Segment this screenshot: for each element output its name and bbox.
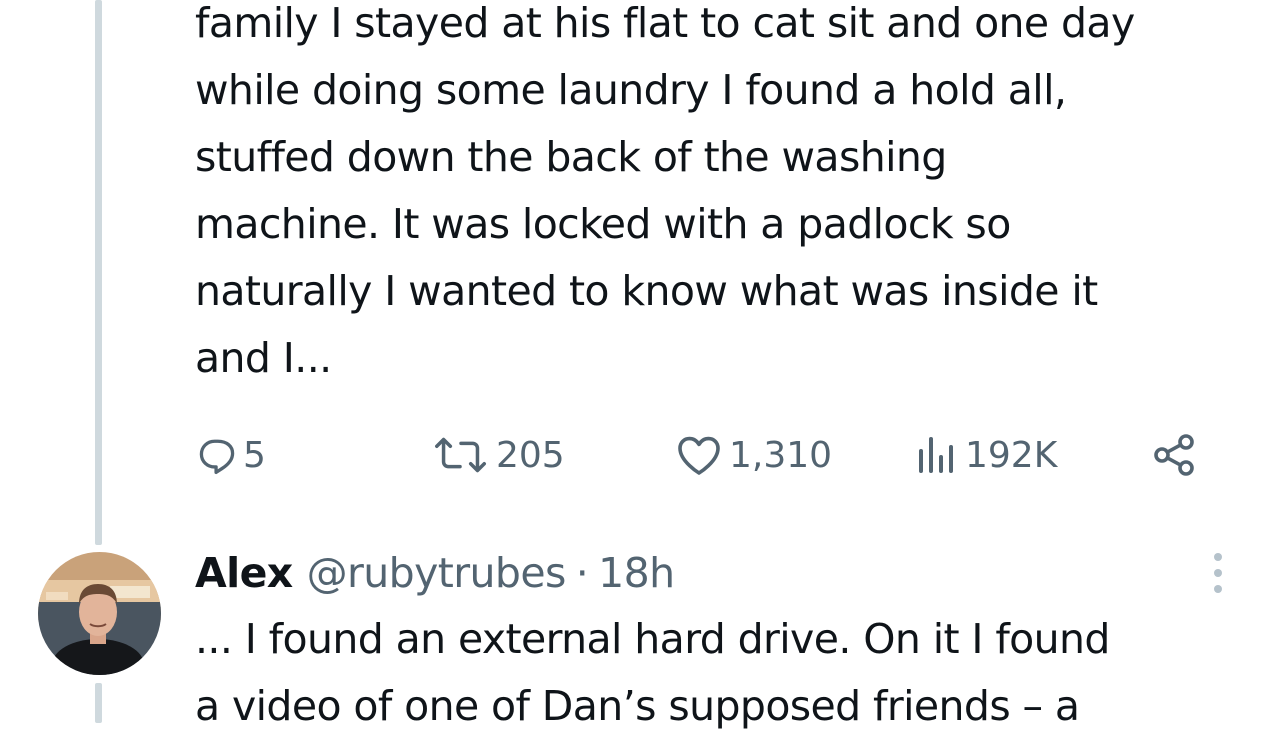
tweet-action-bar: 5 205 1,310 192K xyxy=(195,425,1205,485)
avatar[interactable] xyxy=(38,552,161,675)
like-count: 1,310 xyxy=(729,434,833,476)
views-count: 192K xyxy=(965,434,1058,476)
reply-count: 5 xyxy=(243,434,266,476)
views-icon xyxy=(913,433,961,477)
author-handle[interactable]: @rubytrubes xyxy=(307,549,567,597)
like-button[interactable]: 1,310 xyxy=(673,425,832,485)
tweet-text: family I stayed at his flat to cat sit a… xyxy=(195,0,1135,382)
share-button[interactable] xyxy=(1150,425,1198,485)
tweet-header: Alex @rubytrubes · 18h xyxy=(195,542,675,604)
separator-dot: · xyxy=(575,549,589,597)
like-icon xyxy=(673,433,725,477)
more-vertical-icon xyxy=(1205,553,1231,600)
retweet-count: 205 xyxy=(496,434,565,476)
thread-connector-line xyxy=(95,0,102,545)
share-icon xyxy=(1150,431,1198,479)
retweet-button[interactable]: 205 xyxy=(430,425,565,485)
timestamp[interactable]: 18h xyxy=(598,549,675,597)
author-name[interactable]: Alex xyxy=(195,549,293,597)
views-button[interactable]: 192K xyxy=(913,425,1057,485)
reply-button[interactable]: 5 xyxy=(195,425,266,485)
more-options-button[interactable] xyxy=(1205,550,1231,596)
retweet-icon xyxy=(430,433,492,477)
thread-connector-line-lower xyxy=(95,683,102,723)
reply-icon xyxy=(195,433,239,477)
